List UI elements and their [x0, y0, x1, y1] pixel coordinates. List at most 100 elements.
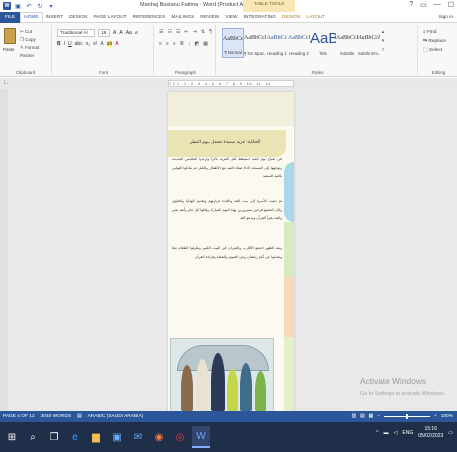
minimize-button[interactable]: — [434, 1, 441, 9]
decrease-indent-icon[interactable]: ⇤ [184, 29, 188, 35]
zoom-in-icon[interactable]: + [434, 414, 437, 419]
media-player-icon[interactable]: ◉ [150, 426, 168, 448]
notifications-icon[interactable]: ▭ [448, 430, 453, 436]
print-layout-icon[interactable]: ▤ [360, 414, 365, 419]
line-spacing-icon[interactable]: ↕ [188, 41, 191, 47]
underline-button[interactable]: U [68, 41, 72, 47]
word-app-icon[interactable]: W [3, 2, 11, 10]
superscript-button[interactable]: x² [93, 41, 97, 47]
file-explorer-icon[interactable]: ▆ [87, 426, 105, 448]
tab-insert[interactable]: INSERT [43, 12, 67, 23]
bold-button[interactable]: B [57, 41, 61, 47]
align-center-icon[interactable]: ≡ [166, 41, 169, 47]
clock[interactable]: 15:16 05/02/2023 [418, 426, 443, 440]
find-button[interactable]: ⌕ Find [423, 28, 446, 37]
justify-icon[interactable]: ≣ [180, 41, 184, 47]
style-normal[interactable]: AaBbCcDc ¶ Normal [222, 28, 244, 58]
ribbon-display-button[interactable]: ▭ [420, 1, 427, 9]
opera-icon[interactable]: ◎ [171, 426, 189, 448]
tab-page-layout[interactable]: PAGE LAYOUT [90, 12, 129, 23]
style-heading-1[interactable]: AaBbCc Heading 1 [266, 28, 288, 58]
undo-icon[interactable]: ↶ [25, 2, 33, 10]
paste-icon[interactable] [4, 28, 16, 44]
proofing-icon[interactable]: ▤ [74, 414, 85, 419]
mail-icon[interactable]: ✉ [129, 426, 147, 448]
font-group-label: Font [98, 70, 108, 75]
search-icon[interactable]: ⌕ [24, 426, 42, 448]
increase-indent-icon[interactable]: ⇥ [193, 29, 197, 35]
redo-icon[interactable]: ↻ [36, 2, 44, 10]
tab-mailings[interactable]: MAILINGS [168, 12, 197, 23]
tab-home[interactable]: HOME [20, 12, 43, 22]
language-indicator[interactable]: ARABIC (SAUDI ARABIA) [85, 414, 147, 419]
style-title[interactable]: AaB Title [310, 28, 336, 58]
windows-start-icon[interactable]: ⊞ [3, 426, 21, 448]
network-icon[interactable]: ▬ [384, 430, 389, 436]
store-icon[interactable]: ▣ [108, 426, 126, 448]
zoom-slider[interactable] [383, 414, 430, 419]
clear-formatting-icon[interactable]: ⅇ [135, 30, 138, 36]
style-no-spacing[interactable]: AaBbCcDc ¶ No Spac... [244, 28, 266, 58]
web-layout-icon[interactable]: ▦ [369, 414, 374, 419]
font-size-select[interactable]: 16 [98, 29, 110, 37]
save-icon[interactable]: ▣ [14, 2, 22, 10]
input-language[interactable]: ENG [402, 430, 413, 436]
bullets-icon[interactable]: ☰ [159, 29, 163, 35]
shading-icon[interactable]: ◩ [194, 41, 199, 47]
strikethrough-button[interactable]: abc [75, 41, 83, 47]
customize-qat-icon[interactable]: ▾ [47, 2, 55, 10]
sign-in-link[interactable]: Sign in [438, 12, 453, 23]
tab-references[interactable]: REFERENCES [130, 12, 169, 23]
font-family-select[interactable]: Traditional Ar [57, 29, 95, 37]
replace-button[interactable]: ⇆ Replace [423, 37, 446, 46]
copy-button[interactable]: ❐ Copy [20, 36, 51, 44]
change-case-icon[interactable]: Aa [126, 30, 132, 36]
ruler-scale[interactable]: 1 2 1 · 1 · 2 · 3 · 4 · 5 · 6 · 7 · 8 · … [168, 80, 294, 87]
align-left-icon[interactable]: ≡ [159, 41, 162, 47]
style-subtle-emphasis[interactable]: AaBbCcDa Subtle Em... [358, 28, 380, 58]
sort-icon[interactable]: ⇅ [201, 29, 205, 35]
tray-expand-icon[interactable]: ^ [376, 430, 378, 436]
tab-design[interactable]: DESIGN [66, 12, 90, 23]
read-mode-icon[interactable]: ▥ [351, 414, 356, 419]
zoom-thumb[interactable] [405, 414, 408, 419]
tab-integrating[interactable]: INTEGRATING [241, 12, 279, 23]
style-subtitle[interactable]: AaBbCcD Subtitle [336, 28, 358, 58]
word-taskbar-icon[interactable]: W [192, 426, 210, 448]
multilevel-list-icon[interactable]: ☲ [176, 29, 180, 35]
format-painter-button[interactable]: ✎ Format Painter [20, 44, 51, 60]
tab-selector-icon[interactable]: ∟ [3, 80, 9, 86]
page-count[interactable]: PAGE 4 OF 12 [0, 414, 38, 419]
tab-table-layout[interactable]: LAYOUT [303, 12, 328, 23]
style-heading-2[interactable]: AaBbCcI Heading 2 [288, 28, 310, 58]
select-button[interactable]: ⬚ Select [423, 46, 446, 55]
tab-view[interactable]: VIEW [222, 12, 240, 23]
show-marks-icon[interactable]: ¶ [209, 29, 212, 35]
highlight-icon[interactable]: ab [106, 41, 113, 47]
italic-button[interactable]: I [64, 41, 65, 47]
cut-button[interactable]: ✂ Cut [20, 28, 51, 36]
grow-font-icon[interactable]: A [113, 30, 116, 36]
document-canvas[interactable]: الحكاية: قرية سعيدة تحتفل بيوم الفطر في … [0, 89, 457, 411]
subscript-button[interactable]: x₂ [86, 41, 90, 47]
edge-icon[interactable]: e [66, 426, 84, 448]
help-button[interactable]: ? [409, 1, 413, 9]
numbering-icon[interactable]: ☷ [167, 29, 171, 35]
text-effects-icon[interactable]: A [100, 41, 103, 47]
shrink-font-icon[interactable]: A [119, 30, 122, 36]
styles-scroll[interactable]: ▴ ▾ ▿ [380, 28, 386, 58]
tab-file[interactable]: FILE [0, 11, 21, 23]
zoom-out-icon[interactable]: − [377, 414, 380, 419]
tab-table-design[interactable]: DESIGN [279, 12, 303, 23]
volume-icon[interactable]: ◁ [394, 430, 398, 436]
restore-button[interactable]: ☐ [448, 1, 454, 9]
zoom-level[interactable]: 100% [441, 414, 453, 419]
borders-icon[interactable]: ▦ [203, 41, 208, 47]
font-color-icon[interactable]: A [115, 41, 118, 47]
document-page[interactable]: الحكاية: قرية سعيدة تحتفل بيوم الفطر في … [168, 92, 294, 411]
paste-button[interactable]: Paste [3, 47, 15, 52]
align-right-icon[interactable]: ≡ [173, 41, 176, 47]
task-view-icon[interactable]: ❐ [45, 426, 63, 448]
word-count[interactable]: 3040 WORDS [38, 414, 74, 419]
tab-review[interactable]: REVIEW [197, 12, 222, 23]
